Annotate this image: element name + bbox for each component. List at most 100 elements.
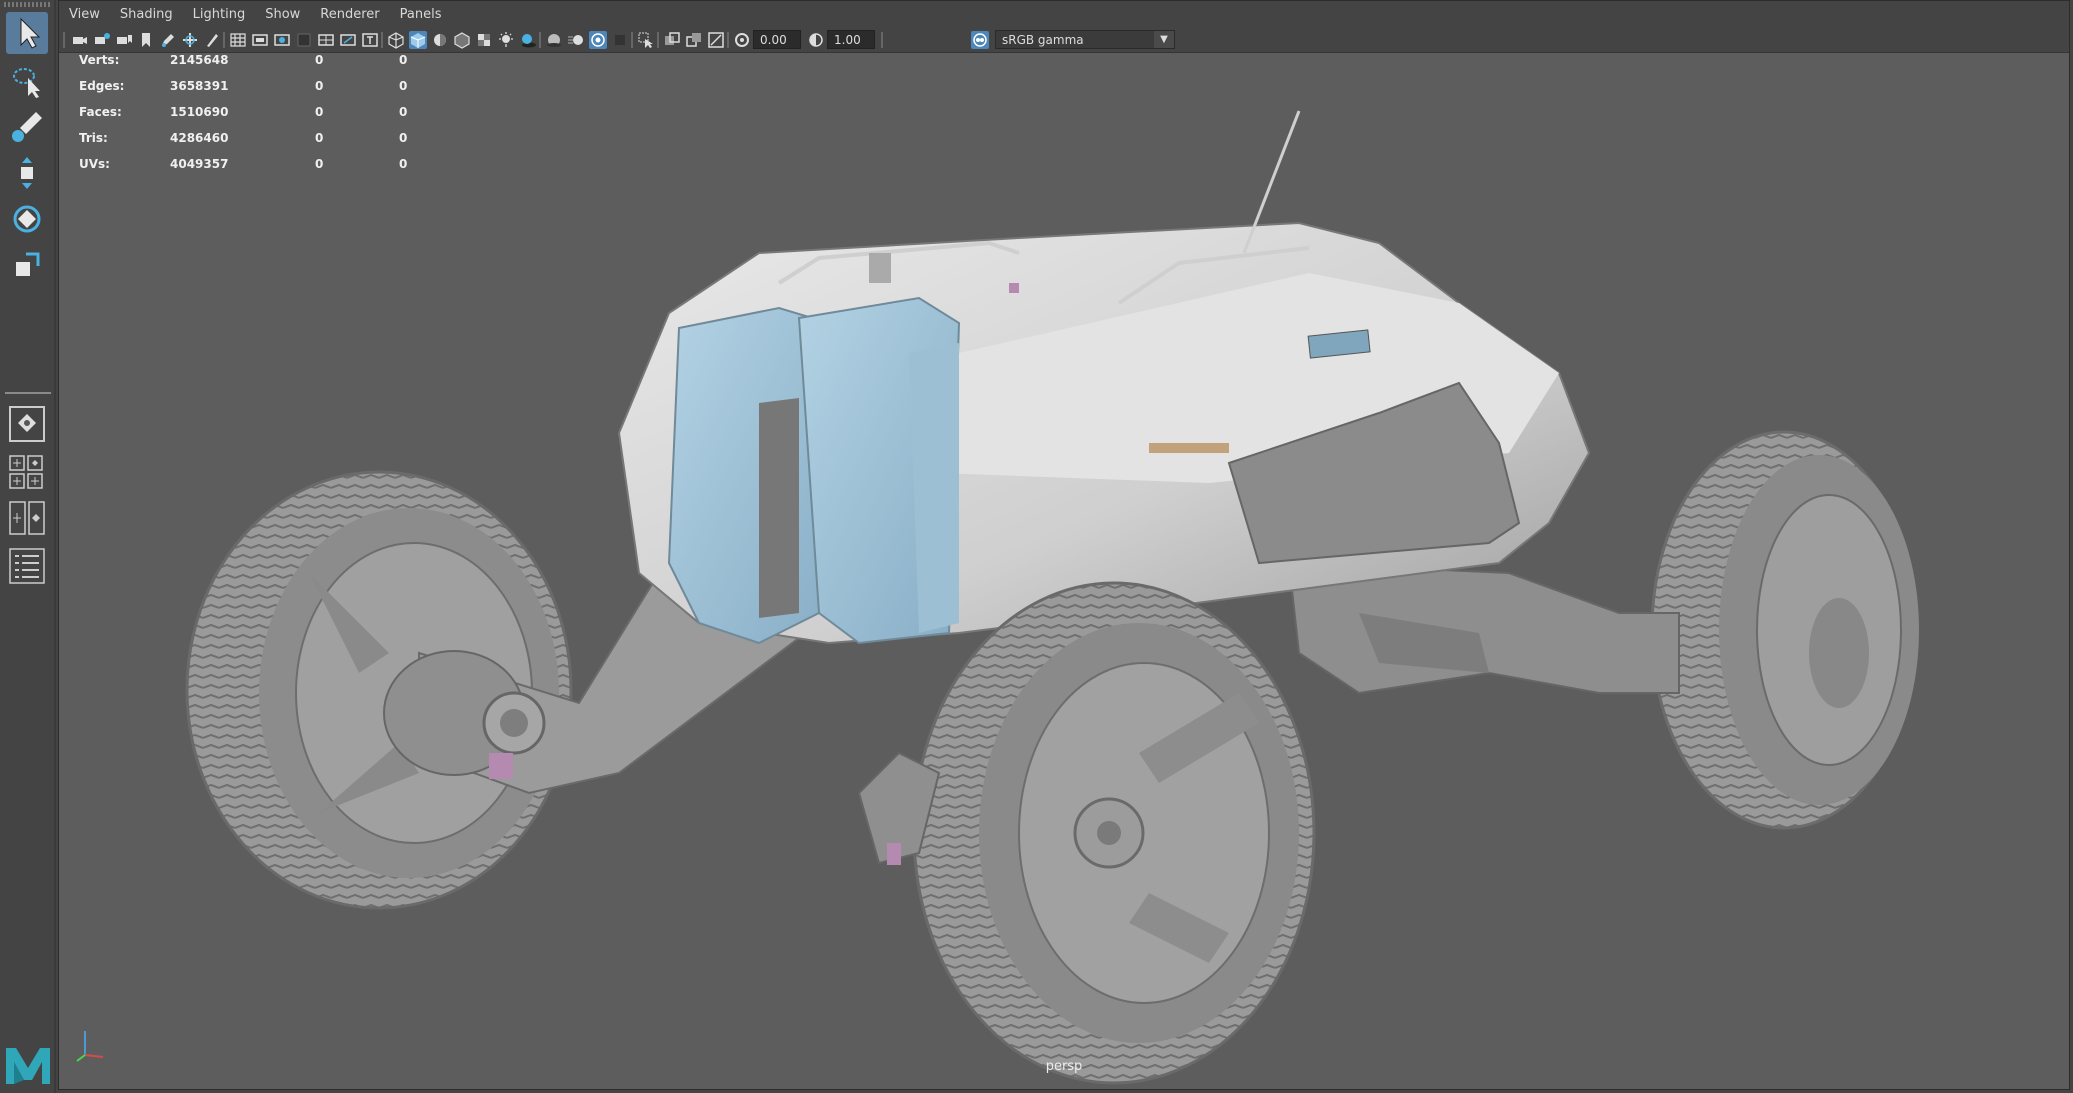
perspective-viewport[interactable]: Verts: 2145648 0 0 Edges: 3658391 0 0 Fa… (59, 53, 2069, 1089)
hud-row-tris: Tris: 4286460 0 0 (79, 131, 419, 157)
bracket-light (887, 843, 901, 865)
viewport-panel: View Shading Lighting Show Renderer Pane… (58, 0, 2070, 1090)
field-chart-icon[interactable] (317, 31, 335, 49)
hud-value: 1510690 (170, 105, 229, 119)
hud-value: 0 (315, 131, 324, 145)
xray-joints-icon[interactable] (707, 31, 725, 49)
camera-attributes-icon[interactable] (93, 31, 111, 49)
gamma-field[interactable]: 1.00 (827, 30, 875, 49)
toolbar-divider (539, 32, 541, 48)
default-material-icon[interactable] (431, 31, 449, 49)
hud-row-verts: Verts: 2145648 0 0 (79, 53, 419, 79)
gamma-icon[interactable] (807, 31, 825, 49)
hud-value: 0 (399, 105, 408, 119)
textured-icon[interactable] (475, 31, 493, 49)
toolbar-divider (631, 32, 633, 48)
color-space-dropdown[interactable]: sRGB gamma ▼ (995, 30, 1175, 49)
hud-value: 0 (399, 131, 408, 145)
rotate-tool-icon[interactable] (6, 198, 48, 240)
menu-shading[interactable]: Shading (110, 1, 183, 28)
hud-label: Faces: (79, 105, 122, 119)
scene-model-render (185, 110, 1919, 1085)
move-tool-icon[interactable] (6, 152, 48, 194)
hud-value: 0 (399, 157, 408, 171)
lasso-tool-icon[interactable] (6, 60, 48, 102)
paint-select-tool-icon[interactable] (6, 106, 48, 148)
xray-icon[interactable] (663, 31, 681, 49)
panel-menubar: View Shading Lighting Show Renderer Pane… (59, 1, 2069, 28)
poly-count-hud: Verts: 2145648 0 0 Edges: 3658391 0 0 Fa… (79, 53, 419, 183)
exposure-field[interactable]: 0.00 (753, 30, 801, 49)
chevron-down-icon: ▼ (1154, 31, 1174, 48)
hud-value: 0 (315, 79, 324, 93)
hud-value: 4049357 (170, 157, 229, 171)
hud-label: Edges: (79, 79, 125, 93)
camera-name-label: persp (1045, 1059, 1083, 1074)
hud-value: 0 (399, 79, 408, 93)
lights-icon[interactable] (497, 31, 515, 49)
hud-row-edges: Edges: 3658391 0 0 (79, 79, 419, 105)
isolate-select-icon[interactable] (637, 31, 655, 49)
image-plane-icon[interactable] (181, 31, 199, 49)
menu-lighting[interactable]: Lighting (183, 1, 256, 28)
xray-active-components-icon[interactable] (685, 31, 703, 49)
multisample-antialiasing-icon[interactable] (589, 31, 607, 49)
wireframe-on-shaded-icon[interactable] (453, 31, 471, 49)
menu-panels[interactable]: Panels (390, 1, 452, 28)
hud-label: Tris: (79, 131, 108, 145)
smooth-shade-icon[interactable] (409, 31, 427, 49)
menu-show[interactable]: Show (255, 1, 310, 28)
hud-value: 0 (315, 105, 324, 119)
toolbox-divider (5, 392, 51, 394)
exposure-icon[interactable] (733, 31, 751, 49)
toolbar-divider (881, 32, 883, 48)
scale-tool-icon[interactable] (6, 244, 48, 286)
front-right-wheel (912, 581, 1316, 1085)
wireframe-icon[interactable] (387, 31, 405, 49)
toolbox (0, 0, 56, 1093)
single-perspective-layout-icon[interactable] (8, 406, 46, 442)
hud-value: 3658391 (170, 79, 229, 93)
panel-toolbar: 0.00 1.00 sRGB gamma ▼ (59, 27, 2069, 53)
vehicle-body (617, 110, 1591, 645)
hud-value: 4286460 (170, 131, 229, 145)
toolbox-grip[interactable] (4, 2, 50, 7)
outliner-layout-icon[interactable] (8, 548, 46, 584)
film-gate-icon[interactable] (251, 31, 269, 49)
ambient-occlusion-icon[interactable] (545, 31, 563, 49)
toolbar-divider (657, 32, 659, 48)
four-view-layout-icon[interactable] (8, 454, 46, 490)
hud-value: 0 (315, 157, 324, 171)
color-space-label: sRGB gamma (1002, 33, 1084, 47)
toolbar-divider (223, 32, 225, 48)
camera-select-icon[interactable] (71, 31, 89, 49)
toolbar-divider (727, 32, 729, 48)
grid-icon[interactable] (229, 31, 247, 49)
shadows-icon[interactable] (519, 31, 537, 49)
motion-blur-icon[interactable] (567, 31, 585, 49)
safe-action-icon[interactable] (339, 31, 357, 49)
menu-renderer[interactable]: Renderer (310, 1, 389, 28)
select-tool-icon[interactable] (6, 12, 48, 54)
hud-value: 0 (399, 53, 408, 67)
grease-pencil-icon[interactable] (159, 31, 177, 49)
toolbar-divider (381, 32, 383, 48)
toolbar-divider (63, 32, 65, 48)
resolution-gate-icon[interactable] (273, 31, 291, 49)
camera-bookmark-icon[interactable] (115, 31, 133, 49)
brush-icon[interactable] (203, 31, 221, 49)
depth-of-field-icon[interactable] (611, 31, 629, 49)
safe-title-icon[interactable] (361, 31, 379, 49)
gate-mask-icon[interactable] (295, 31, 313, 49)
hud-value: 0 (315, 53, 324, 67)
rear-right-wheel (1650, 430, 1919, 830)
bookmark-icon[interactable] (137, 31, 155, 49)
hud-label: UVs: (79, 157, 110, 171)
maya-logo-icon (4, 1040, 52, 1086)
hud-row-uvs: UVs: 4049357 0 0 (79, 157, 419, 183)
color-management-icon[interactable] (971, 31, 989, 49)
two-view-layout-icon[interactable] (8, 500, 46, 536)
hud-value: 2145648 (170, 53, 229, 67)
hud-row-faces: Faces: 1510690 0 0 (79, 105, 419, 131)
menu-view[interactable]: View (59, 1, 110, 28)
